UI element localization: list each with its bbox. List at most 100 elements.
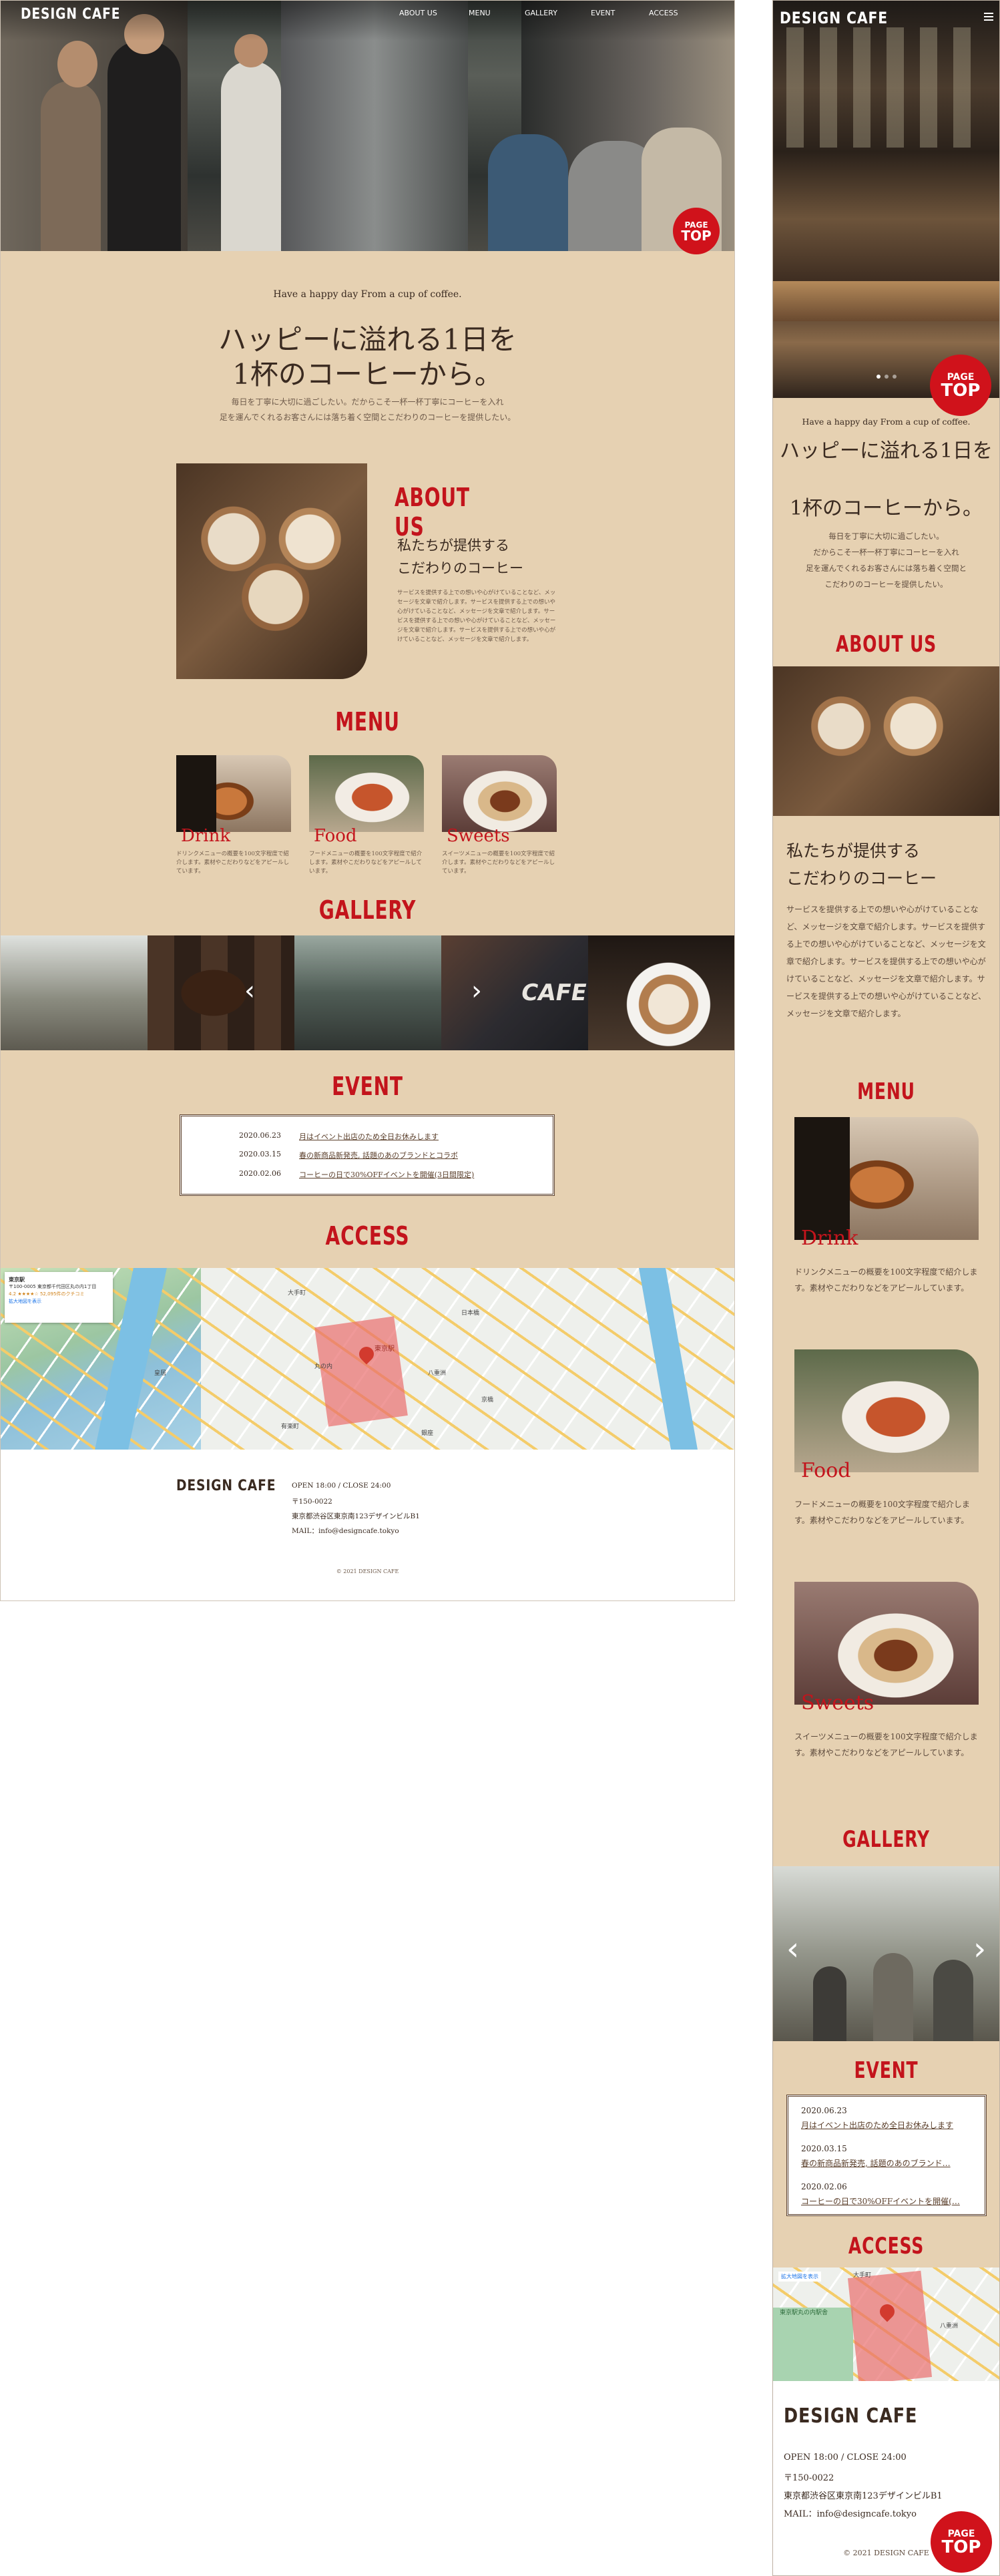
mobile-map-label-2: 八重洲 [940, 2323, 959, 2330]
hamburger-menu-icon[interactable] [984, 13, 993, 21]
map-label-7: 有楽町 [281, 1424, 300, 1430]
mobile-access-title: ACCESS [848, 2233, 925, 2260]
gallery-image-5 [588, 935, 734, 1050]
access-title: ACCESS [325, 1221, 410, 1251]
mobile-intro-lead-1: 毎日を丁寧に大切に過ごしたい。 [828, 531, 944, 541]
nav-about[interactable]: ABOUT US [399, 9, 437, 17]
mobile-gallery-title: GALLERY [842, 1826, 930, 1853]
page-top-button[interactable]: PAGE TOP [673, 208, 720, 254]
intro-lead-1: 毎日を丁寧に大切に過ごしたい。だからこそ一杯一杯丁寧にコーヒーを入れ [231, 397, 504, 407]
nav-gallery[interactable]: GALLERY [525, 9, 557, 17]
map-label-2: 大手町 [288, 1290, 306, 1297]
intro-title-2: 1杯のコーヒーから。 [232, 358, 503, 391]
mobile-intro-lead-3: 足を運んでくれるお客さんには落ち着く空間と [806, 564, 967, 573]
mobile-intro-title-1: ハッピーに溢れる1日を [779, 439, 993, 463]
menu-drink-name: Drink [181, 826, 231, 846]
map-label-6: 銀座 [421, 1430, 434, 1437]
hero-dot-3[interactable] [893, 375, 897, 379]
mobile-event-link-2[interactable]: 春の新商品新発売, 話題のあのブランド… [801, 2157, 951, 2169]
access-map[interactable]: 東京駅 大手町 日本橋 丸の内 八重洲 銀座 有楽町 京橋 皇居 東京駅 〒10… [1, 1268, 734, 1450]
mobile-menu-food-image [794, 1349, 979, 1472]
mobile-page-top-button[interactable]: PAGE TOP [930, 355, 991, 416]
map-card-address: 〒100-0005 東京都千代田区丸の内1丁目 [9, 1284, 97, 1289]
gallery-prev-arrow[interactable]: ‹ [244, 976, 255, 1006]
mobile-menu-sweets-image [794, 1582, 979, 1705]
nav-access[interactable]: ACCESS [649, 9, 678, 17]
menu-sweets-image [442, 755, 557, 832]
about-body: サービスを提供する上での想いや心がけていることなど、メッセージを文章で紹介します… [397, 590, 556, 643]
gallery-strip: CAFE ‹ › [1, 935, 734, 1050]
gallery-next-arrow[interactable]: › [471, 976, 482, 1006]
footer-mail: MAIL：info@designcafe.tokyo [292, 1527, 399, 1535]
mobile-map-link[interactable]: 拡大地図を表示 [778, 2272, 821, 2282]
map-card-link[interactable]: 拡大地図を表示 [9, 1298, 109, 1305]
mobile-about-image [773, 666, 999, 816]
nav-event[interactable]: EVENT [591, 9, 615, 17]
mobile-event-link-1[interactable]: 月はイベント出店のため全日お休みします [801, 2119, 953, 2131]
map-label-3: 日本橋 [461, 1310, 480, 1317]
footer [1, 1450, 734, 1600]
mobile-event-date-2: 2020.03.15 [801, 2144, 847, 2153]
map-label-5: 八重洲 [428, 1370, 447, 1377]
mobile-intro-tagline: Have a happy day From a cup of coffee. [802, 417, 971, 427]
menu-title: MENU [335, 707, 400, 736]
mobile-footer-page-top-label-2: TOP [941, 2537, 981, 2557]
mobile-intro-title-2: 1杯のコーヒーから。 [789, 497, 983, 520]
gallery-title: GALLERY [318, 895, 417, 925]
about-subtitle-1: 私たちが提供する [397, 538, 509, 554]
hero-dot-2[interactable] [885, 375, 889, 379]
mobile-menu-drink-image [794, 1117, 979, 1240]
mobile-map-label-1: 東京駅丸の内駅舎 [780, 2310, 828, 2316]
map-label-4: 丸の内 [314, 1363, 333, 1370]
menu-drink-desc: ドリンクメニューの概要を100文字程度で紹介します。素材やこだわりなどをアピール… [176, 851, 290, 875]
mobile-event-link-3[interactable]: コーヒーの日で30%OFFイベントを開催(… [801, 2195, 960, 2207]
mobile-gallery-image [773, 1866, 999, 2041]
mobile-event-date-1: 2020.06.23 [801, 2106, 847, 2115]
brand-logo[interactable]: DESIGN CAFE [21, 6, 120, 23]
mobile-about-subtitle-2: こだわりのコーヒー [786, 869, 937, 888]
menu-drink-image [176, 755, 291, 832]
mobile-menu-drink-name: Drink [801, 1227, 858, 1250]
main-nav: ABOUT US MENU GALLERY EVENT ACCESS [399, 9, 680, 19]
gallery-image-4: CAFE [441, 935, 588, 1050]
gallery-image-1 [1, 935, 148, 1050]
mobile-map-label-3: 大手町 [853, 2272, 872, 2279]
mobile-menu-sweets-name: Sweets [801, 1691, 874, 1715]
mobile-brand-logo[interactable]: DESIGN CAFE [780, 9, 888, 27]
about-image [176, 463, 367, 679]
mobile-footer-hours: OPEN 18:00 / CLOSE 24:00 [784, 2452, 907, 2462]
menu-sweets-name: Sweets [447, 826, 510, 846]
event-link-3[interactable]: コーヒーの日で30%OFFイベントを開催(3日間限定) [299, 1169, 474, 1180]
hero-image [1, 1, 734, 251]
mobile-about-body: サービスを提供する上での想いや心がけていることなど、メッセージを文章で紹介します… [786, 905, 987, 1018]
mobile-gallery-prev-arrow[interactable]: ‹ [786, 1930, 799, 1968]
hero-dot-1[interactable] [877, 375, 881, 379]
event-link-2[interactable]: 春の新商品新発売, 話題のあのブランドとコラボ [299, 1150, 458, 1160]
gallery-cafe-sign: CAFE [519, 980, 588, 1006]
map-info-card: 東京駅 〒100-0005 東京都千代田区丸の内1丁目 4.2 ★★★★☆ 52… [5, 1272, 113, 1323]
event-date-3: 2020.02.06 [239, 1169, 281, 1178]
mobile-intro-lead-2: だからこそ一杯一杯丁寧にコーヒーを入れ [813, 548, 959, 557]
event-link-1[interactable]: 月はイベント出店のため全日お休みします [299, 1131, 439, 1142]
footer-hours: OPEN 18:00 / CLOSE 24:00 [292, 1482, 391, 1490]
mobile-menu-drink-desc: ドリンクメニューの概要を100文字程度で紹介します。素材やこだわりなどをアピール… [794, 1267, 978, 1293]
about-title: ABOUT US [395, 483, 470, 542]
mobile-footer-mail: MAIL：info@designcafe.tokyo [784, 2509, 917, 2519]
menu-food-image [309, 755, 424, 832]
mobile-footer-page-top-button[interactable]: PAGE TOP [931, 2511, 992, 2573]
mobile-menu-food-desc: フードメニューの概要を100文字程度で紹介します。素材やこだわりなどをアピールし… [794, 1500, 970, 1525]
mobile-gallery-next-arrow[interactable]: › [973, 1930, 986, 1968]
mobile-footer-address: 東京都渋谷区東京南123デザインビルB1 [784, 2491, 943, 2501]
map-label-1: 東京駅 [374, 1345, 395, 1353]
mobile-hero-image [773, 1, 999, 398]
map-card-name: 東京駅 [9, 1277, 25, 1283]
mobile-event-date-3: 2020.02.06 [801, 2182, 847, 2191]
mobile-event-title: EVENT [854, 2057, 919, 2084]
menu-food-name: Food [314, 826, 357, 846]
nav-menu[interactable]: MENU [469, 9, 491, 17]
gallery-image-3 [294, 935, 441, 1050]
footer-logo: DESIGN CAFE [176, 1478, 276, 1494]
intro-lead-2: 足を運んでくれるお客さんには落ち着く空間とこだわりのコーヒーを提供したい。 [219, 413, 516, 422]
mobile-access-map[interactable]: 拡大地図を表示 東京駅丸の内駅舎 八重洲 大手町 [773, 2268, 999, 2381]
map-card-rating: 4.2 ★★★★☆ 52,095件のクチコミ [9, 1291, 85, 1297]
